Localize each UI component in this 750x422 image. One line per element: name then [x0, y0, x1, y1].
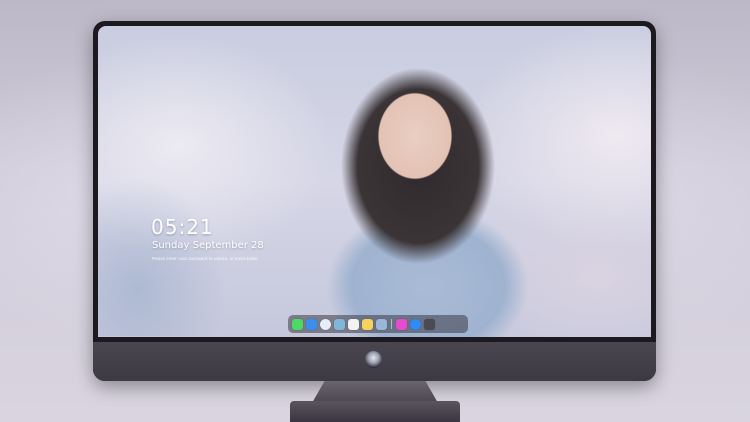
lock-hint: Please enter your password to unlock, or…: [152, 257, 258, 260]
safari-icon[interactable]: [320, 318, 331, 330]
lock-clock: 05:21: [151, 215, 214, 239]
messages-icon[interactable]: [292, 318, 303, 330]
finder-icon[interactable]: [306, 318, 317, 330]
dock: [288, 315, 468, 333]
desktop-screen: 05:21 Sunday September 28 Please enter y…: [98, 26, 651, 337]
lock-date: Sunday September 28: [152, 240, 264, 251]
photos-icon[interactable]: [334, 318, 345, 330]
wallpaper-blossom: [98, 176, 228, 336]
monitor: 05:21 Sunday September 28 Please enter y…: [93, 21, 656, 381]
monitor-stand: [312, 381, 438, 403]
monitor-base: [290, 401, 460, 422]
dock-separator: [391, 319, 392, 329]
monitor-chin: [93, 342, 656, 381]
brand-logo-icon: [365, 351, 382, 368]
clapper-icon[interactable]: [348, 318, 359, 330]
preview-icon[interactable]: [376, 318, 387, 330]
music-icon[interactable]: [396, 318, 407, 330]
camera-icon[interactable]: [424, 318, 435, 330]
appstore-icon[interactable]: [410, 318, 421, 330]
notes-icon[interactable]: [362, 318, 373, 330]
